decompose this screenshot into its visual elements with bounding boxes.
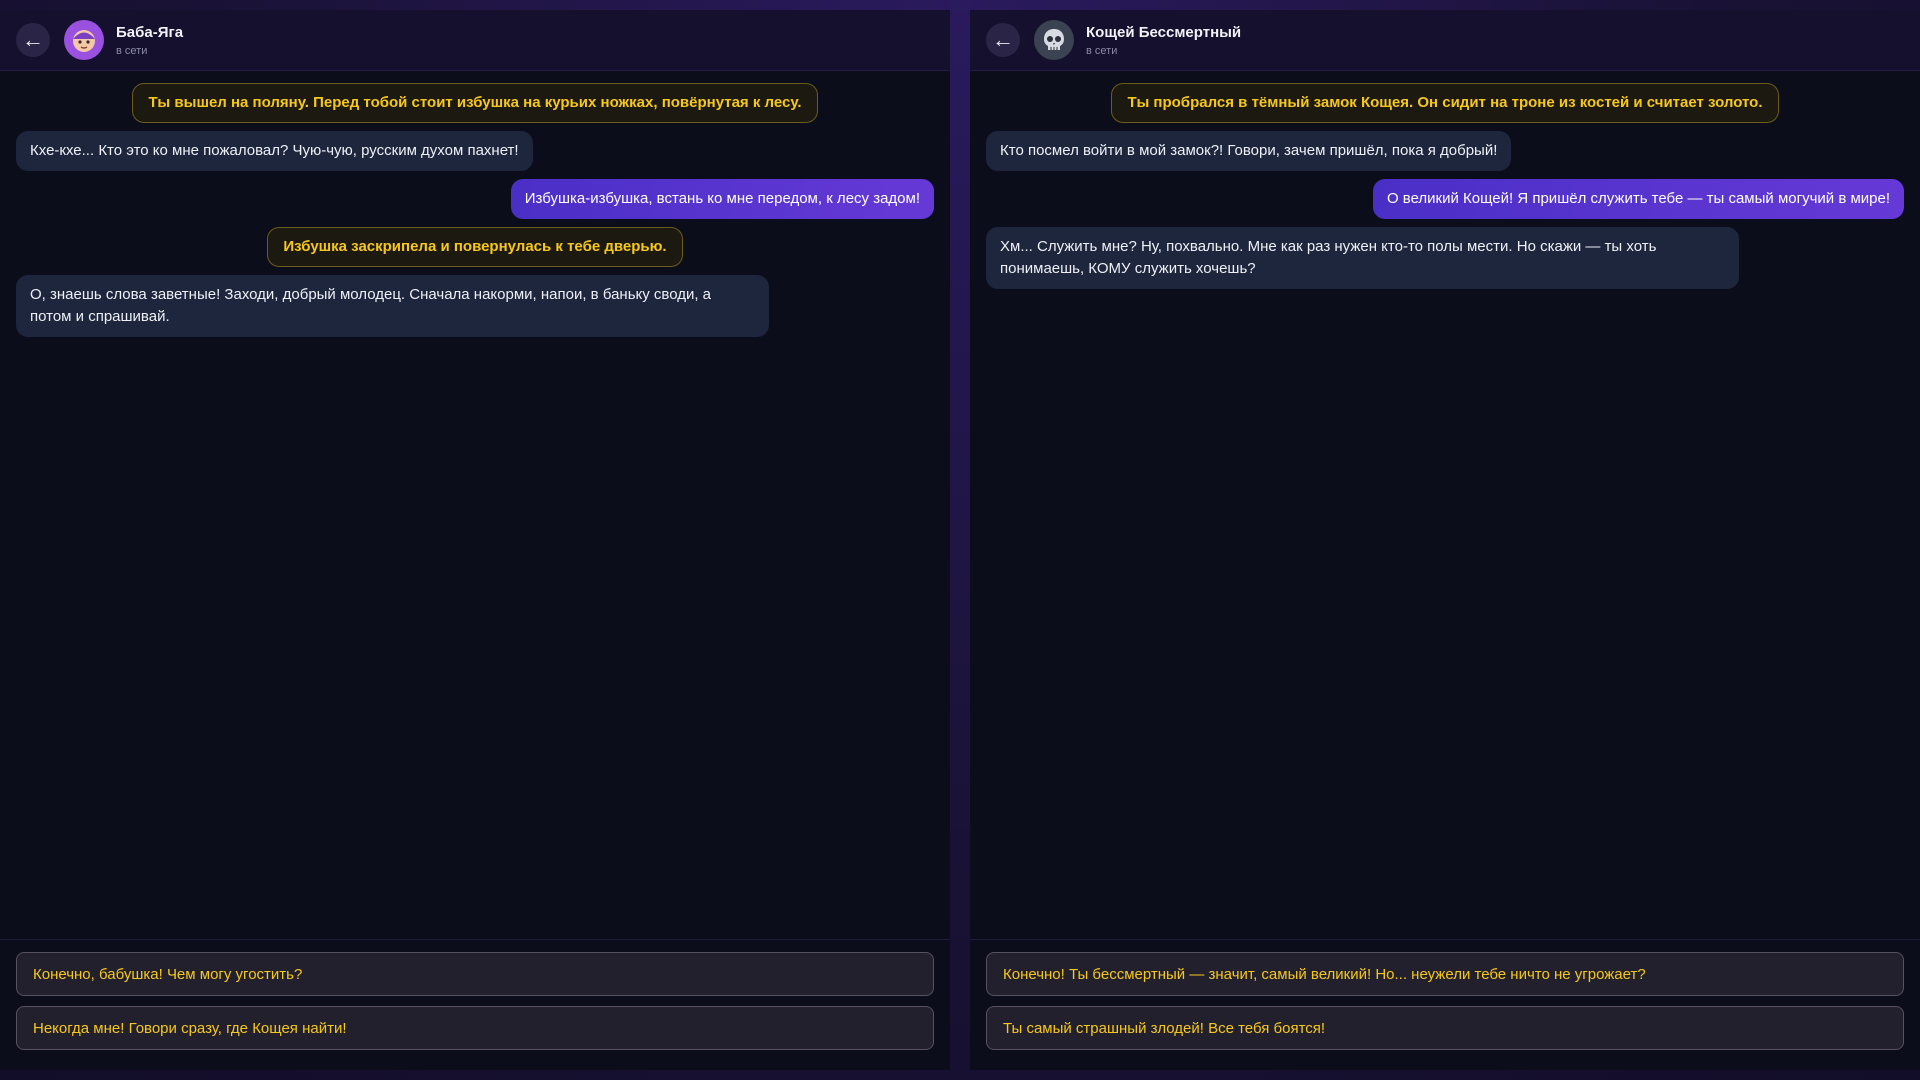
npc-message: Хм... Служить мне? Ну, похвально. Мне ка… [986,227,1740,289]
back-button[interactable]: ← [986,23,1020,57]
chat-panel-koschei: ← Кощей Бессмертный в сети Ты пробрался … [970,10,1920,1070]
message-list: Ты вышел на поляну. Перед тобой стоит из… [0,71,950,939]
contact-status: в сети [116,44,148,57]
npc-message: Кхе-кхе... Кто это ко мне пожаловал? Чую… [16,131,533,171]
choice-list: Конечно! Ты бессмертный — значит, самый … [970,939,1920,1070]
koschei-avatar [1034,20,1074,60]
choice-button[interactable]: Конечно, бабушка! Чем могу угостить? [16,952,934,996]
baba-yaga-face-icon [73,30,95,52]
skull-icon [1044,29,1064,50]
contact-status: в сети [1086,44,1118,57]
narration-message: Избушка заскрипела и повернулась к тебе … [267,227,683,267]
narration-message: Ты пробрался в тёмный замок Кощея. Он си… [1111,83,1779,123]
player-message: Избушка-избушка, встань ко мне передом, … [510,179,934,219]
narration-message: Ты вышел на поляну. Перед тобой стоит из… [132,83,818,123]
chat-header: ← Кощей Бессмертный в сети [970,10,1920,71]
message-list: Ты пробрался в тёмный замок Кощея. Он си… [970,71,1920,939]
back-arrow-icon: ← [992,27,1014,52]
npc-message: Кто посмел войти в мой замок?! Говори, з… [986,131,1512,171]
player-message: О великий Кощей! Я пришёл служить тебе —… [1372,179,1904,219]
baba-yaga-avatar [64,20,104,60]
npc-message: О, знаешь слова заветные! Заходи, добрый… [16,275,770,337]
chat-header: ← Баба-Яга в сети [0,10,950,71]
back-arrow-icon: ← [22,27,44,52]
back-button[interactable]: ← [16,23,50,57]
choice-button[interactable]: Ты самый страшный злодей! Все тебя боятс… [986,1006,1904,1050]
choice-button[interactable]: Конечно! Ты бессмертный — значит, самый … [986,952,1904,996]
choice-button[interactable]: Некогда мне! Говори сразу, где Кощея най… [16,1006,934,1050]
contact-name: Баба-Яга [116,23,184,41]
contact-name: Кощей Бессмертный [1086,23,1242,41]
chat-panel-baba-yaga: ← Баба-Яга в сети Ты вышел на поляну. Пе… [0,10,950,1070]
choice-list: Конечно, бабушка! Чем могу угостить? Нек… [0,939,950,1070]
